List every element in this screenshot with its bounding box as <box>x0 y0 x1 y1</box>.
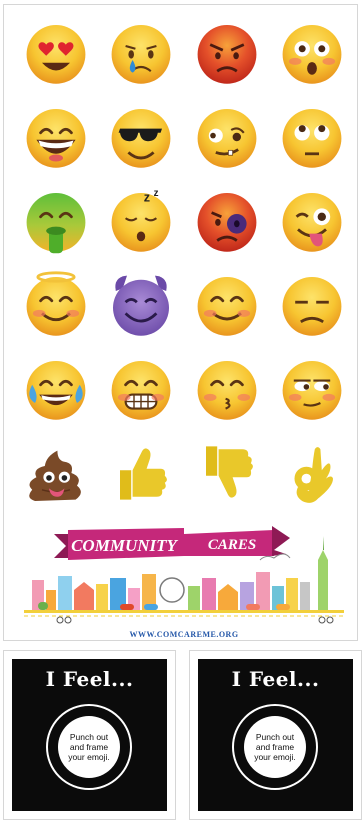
card-title: I Feel... <box>45 667 134 691</box>
punch-out-ring: Punch out and frame your emoji. <box>232 704 318 790</box>
winking-tongue-sticker <box>271 179 354 263</box>
card-instructions: Punch out and frame your emoji. <box>68 732 110 762</box>
angel-halo-sticker <box>14 263 97 347</box>
punch-out-ring: Punch out and frame your emoji. <box>46 704 132 790</box>
sleeping-sticker: zz <box>100 179 183 263</box>
card-title: I Feel... <box>231 667 320 691</box>
winking-tongue-icon <box>283 193 342 252</box>
crying-tear-icon <box>111 25 171 84</box>
nauseated-green-sticker <box>14 179 97 263</box>
smiling-blush-icon <box>197 277 257 336</box>
grinning-big-icon <box>26 109 85 168</box>
banner-word-community: COMMUNITY <box>71 536 178 555</box>
community-cares-banner: COMMUNITY CARES WWW.COMCAREME.ORG <box>24 520 344 645</box>
purple-devil-sticker <box>100 263 183 347</box>
punch-out-circle[interactable]: Punch out and frame your emoji. <box>244 716 306 778</box>
unamused-icon <box>283 277 342 336</box>
grinning-big-sticker <box>14 95 97 179</box>
ok-hand-icon <box>294 447 334 503</box>
kissing-icon <box>197 361 257 420</box>
svg-text:z: z <box>144 190 150 204</box>
tears-of-joy-sticker <box>14 347 97 431</box>
tears-of-joy-icon <box>26 361 85 420</box>
banner-word-cares: CARES <box>208 537 256 553</box>
nauseated-green-icon <box>26 193 85 254</box>
svg-text:z: z <box>154 188 159 199</box>
eyes-rolling-icon <box>283 109 342 168</box>
grimacing-sticker <box>100 347 183 431</box>
astonished-sticker <box>271 11 354 95</box>
astonished-icon <box>283 25 342 84</box>
thumbs-down-sticker <box>185 431 268 515</box>
side-eye-icon <box>283 361 342 420</box>
black-eye-sticker <box>185 179 268 263</box>
angel-halo-icon <box>26 271 85 336</box>
angry-red-icon <box>197 25 257 84</box>
card-instructions: Punch out and frame your emoji. <box>254 732 296 762</box>
sleeping-icon: zz <box>111 188 171 252</box>
feel-card-right: I Feel... Punch out and frame your emoji… <box>189 650 362 820</box>
ok-hand-sticker <box>271 431 354 515</box>
thumbs-up-icon <box>120 448 168 500</box>
heart-eyes-icon <box>26 25 85 84</box>
crazy-face-sticker <box>185 95 268 179</box>
punch-out-circle[interactable]: Punch out and frame your emoji. <box>58 716 120 778</box>
smiling-blush-sticker <box>185 263 268 347</box>
feel-card: I Feel... Punch out and frame your emoji… <box>198 659 353 811</box>
kissing-sticker <box>185 347 268 431</box>
community-cares-logo: COMMUNITY CARES <box>24 526 344 624</box>
purple-devil-icon <box>113 275 170 336</box>
crying-tear-sticker <box>100 11 183 95</box>
sunglasses-icon <box>111 109 171 168</box>
feel-card-left: I Feel... Punch out and frame your emoji… <box>3 650 176 820</box>
eyes-rolling-sticker <box>271 95 354 179</box>
unamused-sticker <box>271 263 354 347</box>
sunglasses-sticker <box>100 95 183 179</box>
black-eye-icon <box>197 193 257 252</box>
thumbs-down-icon <box>205 446 253 498</box>
sticker-sheet: zz COMMUNITY CARES WWW.COMCAREME.ORG <box>3 4 358 641</box>
thumbs-up-sticker <box>100 431 183 515</box>
angry-red-sticker <box>185 11 268 95</box>
feel-card: I Feel... Punch out and frame your emoji… <box>12 659 167 811</box>
grimacing-icon <box>111 361 171 420</box>
heart-eyes-sticker <box>14 11 97 95</box>
side-eye-sticker <box>271 347 354 431</box>
poop-icon <box>28 450 81 501</box>
crazy-face-icon <box>197 109 257 168</box>
website-url: WWW.COMCAREME.ORG <box>129 630 239 639</box>
poop-sticker <box>14 431 97 515</box>
emoji-grid: zz <box>14 11 354 516</box>
